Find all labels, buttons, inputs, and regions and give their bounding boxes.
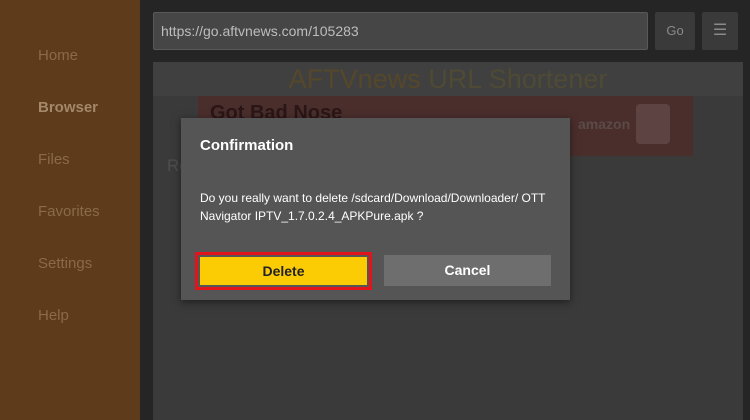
- dialog-overlay: Confirmation Do you really want to delet…: [0, 0, 750, 420]
- dialog-title: Confirmation: [200, 137, 294, 154]
- dialog-message: Do you really want to delete /sdcard/Dow…: [200, 191, 546, 223]
- delete-focus-highlight: Delete: [195, 252, 372, 290]
- delete-button[interactable]: Delete: [200, 257, 367, 285]
- confirmation-dialog: Confirmation Do you really want to delet…: [181, 118, 570, 300]
- cancel-button[interactable]: Cancel: [384, 255, 551, 286]
